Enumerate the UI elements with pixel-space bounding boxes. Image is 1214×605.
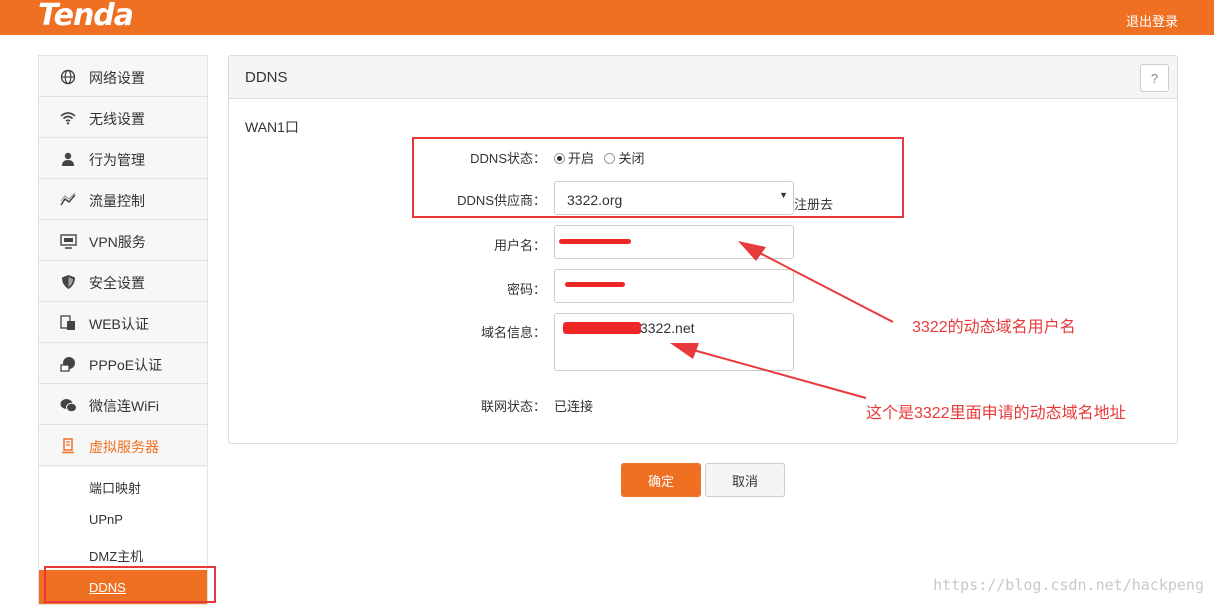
- annotation-note-username: 3322的动态域名用户名: [912, 319, 1076, 336]
- annotation-arrows: [670, 241, 894, 399]
- annotation-note-domain: 这个是3322里面申请的动态域名地址: [866, 405, 1126, 422]
- blog-watermark: https://blog.csdn.net/hackpeng: [933, 576, 1204, 594]
